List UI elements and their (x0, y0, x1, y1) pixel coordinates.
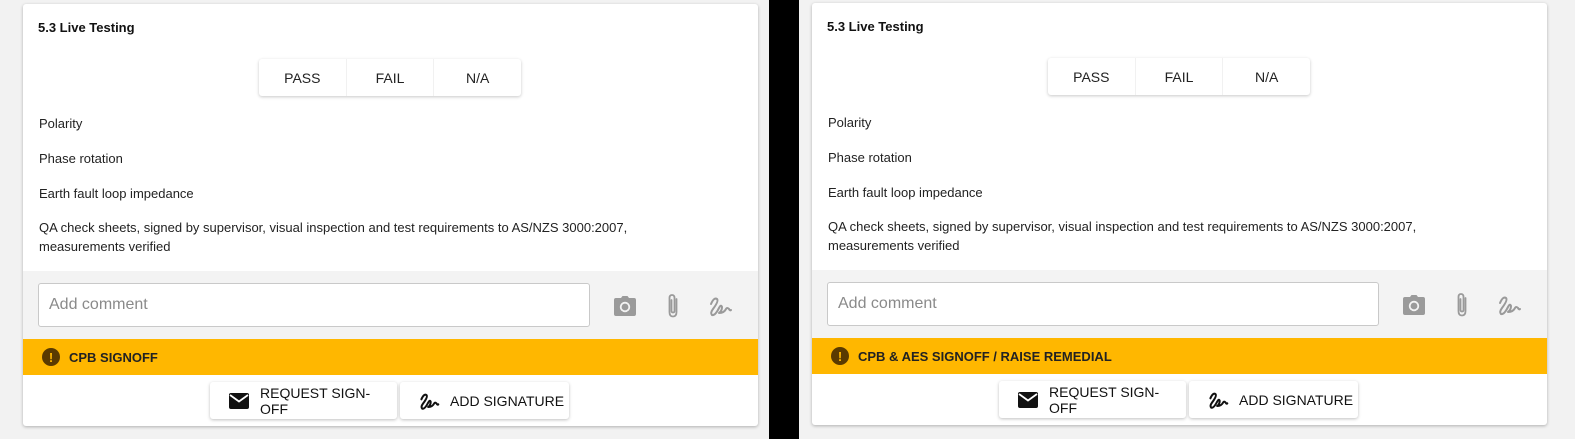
section-title: 5.3 Live Testing (827, 19, 924, 34)
comment-input[interactable] (38, 283, 590, 327)
check-item-polarity: Polarity (39, 116, 83, 131)
check-item-phase-rotation: Phase rotation (39, 151, 123, 166)
add-signature-button[interactable]: ADD SIGNATURE (1189, 381, 1358, 418)
result-toggle-group: PASS FAIL N/A (1048, 58, 1310, 95)
paperclip-icon[interactable] (1449, 292, 1475, 318)
panel-divider (769, 0, 799, 439)
pass-button[interactable]: PASS (1048, 58, 1136, 95)
check-item-earth-fault: Earth fault loop impedance (39, 186, 194, 201)
checklist-card-left: 5.3 Live Testing PASS FAIL N/A Polarity … (23, 4, 758, 426)
check-item-qa-sheets: QA check sheets, signed by supervisor, v… (39, 220, 628, 254)
result-toggle-group: PASS FAIL N/A (259, 59, 521, 96)
mail-icon (228, 390, 250, 412)
check-item-qa-sheets: QA check sheets, signed by supervisor, v… (828, 219, 1417, 253)
fail-button[interactable]: FAIL (1136, 58, 1224, 95)
check-item-polarity: Polarity (828, 115, 872, 130)
na-button[interactable]: N/A (1223, 58, 1310, 95)
request-signoff-button[interactable]: REQUEST SIGN-OFF (210, 382, 397, 419)
camera-icon[interactable] (1401, 292, 1427, 318)
request-signoff-label: REQUEST SIGN-OFF (260, 384, 371, 417)
alert-circle-icon: ! (831, 347, 849, 365)
camera-icon[interactable] (612, 293, 638, 319)
request-signoff-button[interactable]: REQUEST SIGN-OFF (999, 381, 1186, 418)
signature-icon[interactable] (1496, 292, 1522, 318)
action-row: REQUEST SIGN-OFF ADD SIGNATURE (812, 381, 1547, 418)
check-list: Polarity Phase rotation Earth fault loop… (39, 114, 689, 272)
check-list: Polarity Phase rotation Earth fault loop… (828, 113, 1478, 271)
action-row: REQUEST SIGN-OFF ADD SIGNATURE (23, 382, 758, 419)
signoff-banner: ! CPB SIGNOFF (23, 339, 758, 375)
signature-icon (1207, 389, 1229, 411)
paperclip-icon[interactable] (660, 293, 686, 319)
signoff-banner-text: CPB SIGNOFF (69, 349, 158, 365)
signoff-banner: ! CPB & AES SIGNOFF / RAISE REMEDIAL (812, 338, 1547, 374)
section-title: 5.3 Live Testing (38, 20, 135, 35)
add-signature-label: ADD SIGNATURE (450, 392, 565, 409)
signoff-banner-text: CPB & AES SIGNOFF / RAISE REMEDIAL (858, 348, 1112, 364)
checklist-card-right: 5.3 Live Testing PASS FAIL N/A Polarity … (812, 3, 1547, 425)
request-signoff-label: REQUEST SIGN-OFF (1049, 383, 1160, 416)
check-item-earth-fault: Earth fault loop impedance (828, 185, 983, 200)
pass-button[interactable]: PASS (259, 59, 347, 96)
na-button[interactable]: N/A (434, 59, 521, 96)
comment-bar (23, 271, 758, 339)
add-signature-label: ADD SIGNATURE (1239, 391, 1354, 408)
check-item-phase-rotation: Phase rotation (828, 150, 912, 165)
add-signature-button[interactable]: ADD SIGNATURE (400, 382, 569, 419)
signature-icon[interactable] (707, 293, 733, 319)
fail-button[interactable]: FAIL (347, 59, 435, 96)
alert-circle-icon: ! (42, 348, 60, 366)
signature-icon (418, 390, 440, 412)
mail-icon (1017, 389, 1039, 411)
comment-input[interactable] (827, 282, 1379, 326)
comment-bar (812, 270, 1547, 338)
